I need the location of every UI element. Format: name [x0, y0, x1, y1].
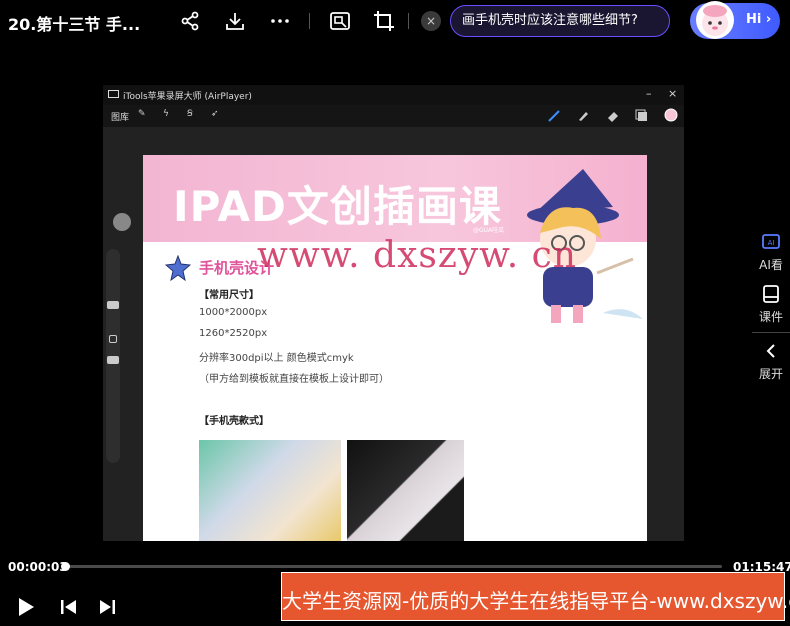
banner-title: IPAD文创插画课 — [173, 182, 502, 231]
expand-button[interactable]: 展开 — [752, 341, 790, 382]
courseware-label: 课件 — [758, 310, 783, 324]
modify-button-icon — [113, 213, 131, 231]
courseware-icon — [763, 285, 779, 303]
eyedropper-icon — [109, 335, 117, 343]
promo-text: 大学生资源网-优质的大学生在线指导平台-www.dxszyw.cn — [282, 589, 790, 613]
top-bar: 20.第十三节 手... × 画手机壳时应该注意哪些细节? Hi › — [0, 0, 790, 44]
banner-author: @GUA哇瓜 — [473, 227, 505, 234]
toolbar-divider — [309, 13, 310, 29]
text-line: 【常用尺寸】 — [199, 290, 259, 301]
close-ai-question-button[interactable]: × — [421, 11, 441, 31]
adjust-icon: ϟ — [163, 109, 169, 119]
more-icon[interactable] — [268, 9, 292, 33]
screen-icon — [108, 90, 119, 98]
minimize-icon: – — [646, 87, 652, 100]
window-title: iTools苹果录屏大师 (AirPlayer) — [123, 92, 252, 102]
selection-icon: Ꞩ — [187, 109, 193, 119]
video-player[interactable]: iTools苹果录屏大师 (AirPlayer) – × 图库 ✎ ϟ Ꞩ ➶ … — [103, 85, 684, 541]
toolbar-divider — [408, 13, 409, 29]
ai-icon: AI — [762, 234, 780, 249]
opacity-knob — [107, 356, 119, 364]
hi-label: Hi › — [746, 12, 772, 27]
chevron-left-icon — [766, 344, 775, 358]
transform-icon: ➶ — [211, 109, 219, 119]
progress-thumb[interactable] — [60, 562, 70, 571]
courseware-button[interactable]: 课件 — [752, 284, 790, 325]
layers-icon — [635, 109, 647, 121]
watermark: www. dxszyw. cn — [257, 235, 577, 276]
next-icon[interactable] — [96, 596, 118, 618]
star-icon — [165, 255, 191, 281]
progress-bar[interactable] — [60, 562, 722, 571]
ai-watch-label: AI看 — [759, 258, 783, 272]
tools-watermark: Tools.cn — [583, 519, 623, 530]
text-line: 【手机壳款式】 — [199, 416, 269, 427]
brush-size-slider — [106, 249, 120, 463]
text-line: 1000*2000px — [199, 307, 268, 318]
brush-icon — [548, 110, 560, 122]
assistant-avatar — [696, 1, 734, 39]
text-line: （甲方给到模板就直接在模板上设计即可） — [199, 374, 389, 385]
expand-label: 展开 — [758, 367, 783, 381]
gallery-label: 图库 — [111, 113, 130, 123]
procreate-toolbar: 图库 ✎ ϟ Ꞩ ➶ — [103, 105, 684, 127]
ai-question-chip[interactable]: 画手机壳时应该注意哪些细节? — [450, 5, 670, 37]
svg-text:AI: AI — [768, 239, 775, 247]
ai-watch-button[interactable]: AI AI看 — [752, 232, 790, 273]
course-slide: IPAD文创插画课 @GUA哇瓜 手机壳设计 【常用尺寸】 1000*2000p… — [143, 155, 647, 541]
side-divider — [752, 332, 790, 333]
phone-case-photo — [199, 440, 341, 541]
airplayer-titlebar: iTools苹果录屏大师 (AirPlayer) – × — [103, 85, 684, 105]
share-icon[interactable] — [178, 9, 202, 33]
promo-banner: 大学生资源网-优质的大学生在线指导平台-www.dxszyw.cn — [281, 572, 790, 621]
current-time: 00:00:03 — [8, 560, 68, 574]
previous-icon[interactable] — [58, 596, 80, 618]
text-line: 1260*2520px — [199, 328, 268, 339]
wrench-icon: ✎ — [138, 109, 146, 119]
play-icon[interactable] — [15, 596, 37, 618]
close-icon: × — [668, 87, 678, 100]
eraser-icon — [608, 112, 618, 122]
slide-banner: IPAD文创插画课 @GUA哇瓜 — [143, 155, 647, 323]
color-swatch-icon — [664, 108, 678, 122]
phone-case-photo — [347, 440, 464, 541]
pip-icon[interactable] — [328, 9, 352, 33]
download-icon[interactable] — [223, 9, 247, 33]
size-knob — [107, 301, 119, 309]
crop-icon[interactable] — [372, 9, 396, 33]
ai-assistant-button[interactable]: Hi › — [690, 1, 780, 39]
video-title: 20.第十三节 手... — [8, 15, 141, 34]
text-line: 分辨率300dpi以上 颜色模式cmyk — [199, 353, 354, 364]
smudge-icon — [579, 112, 588, 121]
